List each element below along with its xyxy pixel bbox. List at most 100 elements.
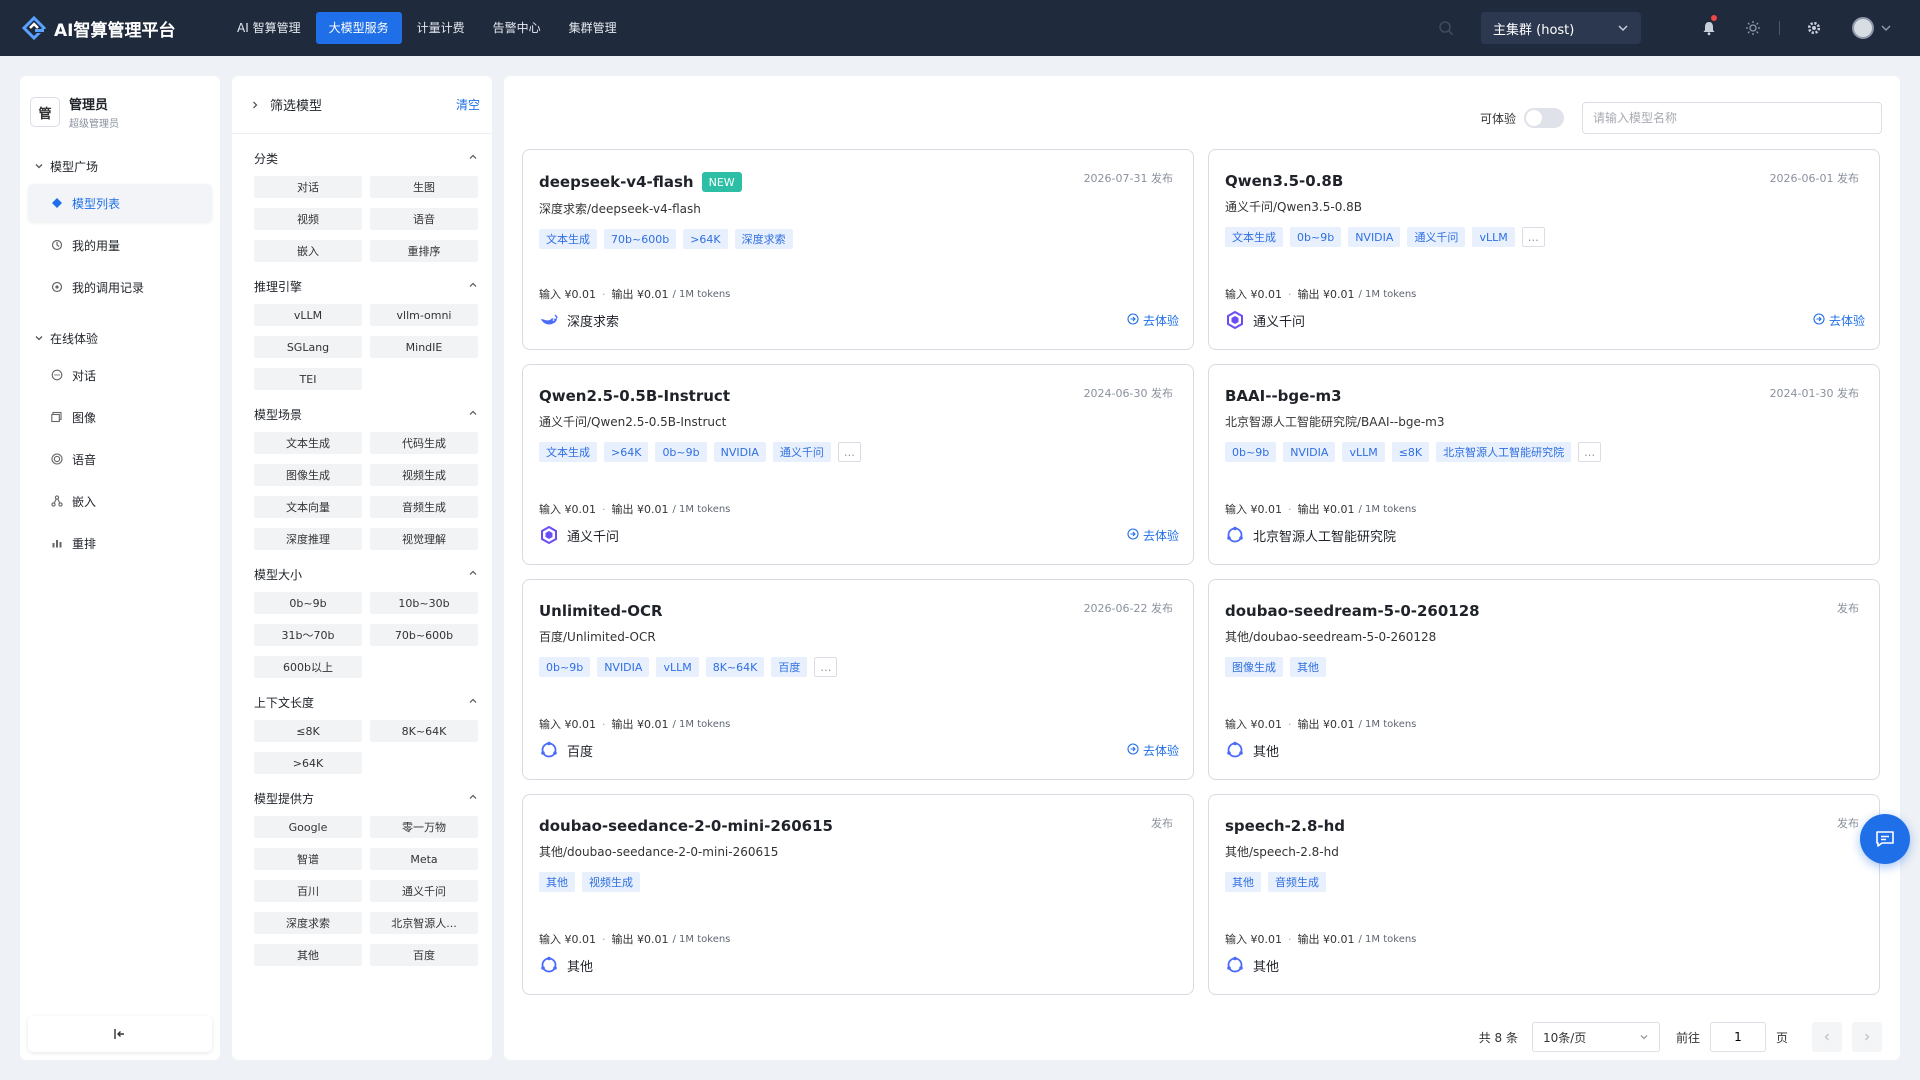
app-logo[interactable]: AI智算管理平台 (20, 14, 202, 42)
theme-toggle-button[interactable] (1735, 0, 1771, 56)
model-card[interactable]: Qwen2.5-0.5B-Instruct 2024-06-30 发布 通义千问/Q… (522, 364, 1194, 565)
sidebar-item-call-records[interactable]: 我的调用记录 (28, 268, 212, 306)
filter-option[interactable]: ≤8K (254, 720, 362, 742)
nav-ai-compute[interactable]: AI 智算管理 (224, 12, 314, 44)
search-icon[interactable] (1437, 19, 1455, 37)
filter-option[interactable]: TEI (254, 368, 362, 390)
try-model-button[interactable]: 去体验 (1127, 312, 1179, 329)
try-model-button[interactable]: 去体验 (1813, 312, 1865, 329)
model-card[interactable]: Qwen3.5-0.8B 2026-06-01 发布 通义千问/Qwen3.5-0.… (1208, 149, 1880, 350)
filter-section-header[interactable]: 上下文长度 (254, 690, 478, 714)
cluster-select[interactable]: 主集群 (host) (1481, 12, 1641, 44)
try-model-button[interactable]: 去体验 (1127, 527, 1179, 544)
notification-button[interactable] (1691, 0, 1727, 56)
sidebar-item-image[interactable]: 图像 (28, 398, 212, 436)
filter-option[interactable]: 对话 (254, 176, 362, 198)
nav-alerts[interactable]: 告警中心 (480, 12, 554, 44)
logo-icon (21, 15, 47, 41)
nav-llm-service[interactable]: 大模型服务 (315, 12, 402, 44)
page-size-select[interactable]: 10条/页 (1531, 1022, 1660, 1052)
filter-section-header[interactable]: 模型场景 (254, 402, 478, 426)
sidebar-item-my-usage[interactable]: 我的用量 (28, 226, 212, 264)
collapse-sidebar-button[interactable] (28, 1016, 212, 1052)
filter-option[interactable]: SGLang (254, 336, 362, 358)
sidebar-group-toggle[interactable]: 模型广场 (20, 152, 220, 180)
user-menu[interactable] (1852, 17, 1892, 39)
filter-section-header[interactable]: 推理引擎 (254, 274, 478, 298)
filter-option[interactable]: Google (254, 816, 362, 838)
filter-option[interactable]: 图像生成 (254, 464, 362, 486)
filter-option[interactable]: 文本向量 (254, 496, 362, 518)
price-unit: / 1M tokens (1358, 718, 1417, 730)
filter-option[interactable]: 深度求索 (254, 912, 362, 934)
more-tags-icon[interactable]: … (814, 657, 838, 677)
nav-billing[interactable]: 计量计费 (404, 12, 478, 44)
next-page-button[interactable] (1852, 1022, 1882, 1052)
page-number-input[interactable] (1709, 1022, 1766, 1052)
model-card[interactable]: speech-2.8-hd 发布 其他/speech-2.8-hd 其他 音频生成 输入 … (1208, 794, 1880, 995)
model-tag: 通义千问 (1407, 227, 1466, 247)
message-icon (1876, 831, 1894, 847)
filter-option[interactable]: 0b~9b (254, 592, 362, 614)
sidebar-item-chat[interactable]: 对话 (28, 356, 212, 394)
filter-option[interactable]: 8K~64K (370, 720, 478, 742)
more-tags-icon[interactable]: … (837, 442, 861, 462)
model-card[interactable]: deepseek-v4-flash NEW 2026-07-31 发布 深度求索/de… (522, 149, 1194, 350)
input-price: 输入 ¥0.01 (539, 718, 596, 731)
sidebar-item-embed[interactable]: 嵌入 (28, 482, 212, 520)
floating-chat-button[interactable] (1860, 814, 1910, 864)
filter-option[interactable]: >64K (254, 752, 362, 774)
more-tags-icon[interactable]: … (1521, 227, 1545, 247)
model-card[interactable]: doubao-seedance-2-0-mini-260615 发布 其他/doub… (522, 794, 1194, 995)
filter-option[interactable]: 视觉理解 (370, 528, 478, 550)
try-model-button[interactable]: 去体验 (1127, 742, 1179, 759)
filter-option[interactable]: vLLM (254, 304, 362, 326)
filter-option[interactable]: 视频生成 (370, 464, 478, 486)
model-card[interactable]: doubao-seedream-5-0-260128 发布 其他/doubao-se… (1208, 579, 1880, 780)
filter-option[interactable]: 视频 (254, 208, 362, 230)
filter-option[interactable]: 600b以上 (254, 656, 362, 678)
filter-option[interactable]: 百度 (370, 944, 478, 966)
filter-option[interactable]: Meta (370, 848, 478, 870)
model-card[interactable]: Unlimited-OCR 2026-06-22 发布 百度/Unlimited-O… (522, 579, 1194, 780)
model-search-input[interactable] (1582, 102, 1882, 134)
filter-clear-button[interactable]: 清空 (456, 96, 480, 113)
filter-option[interactable]: 北京智源人... (370, 912, 478, 934)
chevron-down-icon (35, 164, 43, 169)
nav-cluster[interactable]: 集群管理 (556, 12, 630, 44)
filter-option[interactable]: MindIE (370, 336, 478, 358)
filter-option[interactable]: 代码生成 (370, 432, 478, 454)
filter-option[interactable]: 文本生成 (254, 432, 362, 454)
filter-option[interactable]: 零一万物 (370, 816, 478, 838)
filter-option[interactable]: 通义千问 (370, 880, 478, 902)
filter-option[interactable]: 智谱 (254, 848, 362, 870)
filter-option[interactable]: 音频生成 (370, 496, 478, 518)
sidebar-item-model-list[interactable]: 模型列表 (28, 184, 212, 222)
filter-option[interactable]: 嵌入 (254, 240, 362, 262)
sidebar-group-toggle[interactable]: 在线体验 (20, 324, 220, 352)
generic-provider-icon (539, 740, 559, 760)
filter-option[interactable]: 百川 (254, 880, 362, 902)
filter-option[interactable]: 70b~600b (370, 624, 478, 646)
experience-toggle[interactable] (1524, 108, 1564, 128)
prev-page-button[interactable] (1812, 1022, 1842, 1052)
filter-option[interactable]: 语音 (370, 208, 478, 230)
filter-option[interactable]: 重排序 (370, 240, 478, 262)
filter-option[interactable]: 深度推理 (254, 528, 362, 550)
filter-section-header[interactable]: 模型大小 (254, 562, 478, 586)
filter-section-header[interactable]: 模型提供方 (254, 786, 478, 810)
filter-option[interactable]: 10b~30b (370, 592, 478, 614)
model-card-header: speech-2.8-hd (1225, 817, 1863, 835)
model-card[interactable]: BAAI--bge-m3 2024-01-30 发布 北京智源人工智能研究院/BAA… (1208, 364, 1880, 565)
filter-option[interactable]: 31b～70b (254, 624, 362, 646)
sidebar-item-voice[interactable]: 语音 (28, 440, 212, 478)
filter-section-title: 上下文长度 (254, 695, 315, 710)
filter-toggle[interactable]: 筛选模型 (250, 95, 322, 114)
settings-button[interactable] (1796, 0, 1832, 56)
filter-option[interactable]: 生图 (370, 176, 478, 198)
sidebar-item-rerank[interactable]: 重排 (28, 524, 212, 562)
filter-option[interactable]: 其他 (254, 944, 362, 966)
filter-section-header[interactable]: 分类 (254, 146, 478, 170)
filter-option[interactable]: vllm-omni (370, 304, 478, 326)
more-tags-icon[interactable]: … (1578, 442, 1602, 462)
